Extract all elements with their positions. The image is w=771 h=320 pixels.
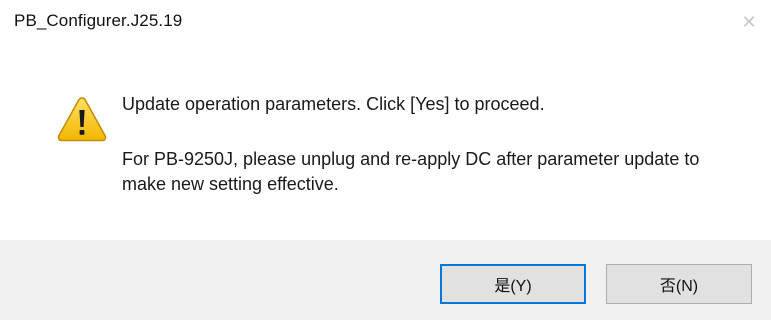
no-button[interactable]: 否(N)	[606, 264, 752, 304]
dialog-content: Update operation parameters. Click [Yes]…	[0, 50, 771, 240]
title-bar: PB_Configurer.J25.19 ✕	[0, 0, 771, 50]
warning-icon	[57, 97, 107, 142]
message-main-text: Update operation parameters. Click [Yes]…	[122, 94, 545, 114]
button-bar: 是(Y) 否(N)	[0, 240, 771, 320]
message-detail-text: For PB-9250J, please unplug and re-apply…	[122, 149, 700, 194]
close-button[interactable]: ✕	[727, 0, 771, 44]
window-title: PB_Configurer.J25.19	[14, 11, 183, 30]
message-dialog: PB_Configurer.J25.19 ✕ Update operation …	[0, 0, 771, 320]
yes-button[interactable]: 是(Y)	[440, 264, 586, 304]
